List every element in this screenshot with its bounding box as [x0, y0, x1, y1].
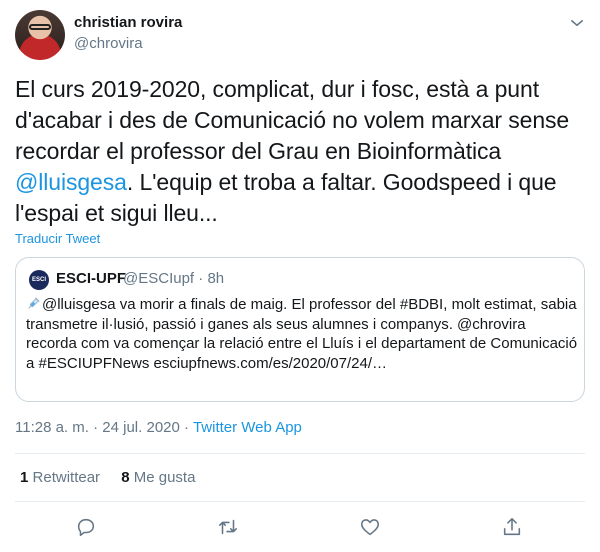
quoted-age: 8h: [207, 270, 225, 287]
syringe-icon: [28, 297, 40, 309]
divider: [15, 501, 585, 502]
likes-stat[interactable]: 8 Me gusta: [121, 469, 195, 486]
translate-tweet-link[interactable]: Traducir Tweet: [15, 231, 100, 246]
avatar[interactable]: [15, 10, 65, 60]
tweet-time[interactable]: 11:28 a. m.: [15, 419, 89, 436]
retweet-icon: [218, 519, 238, 535]
likes-count: 8: [121, 469, 130, 486]
divider: [15, 453, 585, 454]
reply-icon: [77, 518, 95, 537]
more-options-button[interactable]: [568, 14, 586, 32]
mention-link[interactable]: @lluisgesa: [15, 169, 127, 195]
tweet-text: El curs 2019-2020, complicat, dur i fosc…: [15, 74, 590, 229]
quoted-author-handle: @ESCIupf: [123, 270, 195, 287]
meta-separator: ·: [93, 419, 99, 436]
quoted-tweet[interactable]: ESCI ESCI-UPF @ESCIupf · 8h @lluisgesa v…: [15, 257, 585, 402]
retweet-button[interactable]: [217, 516, 241, 540]
retweets-label: Retwittear: [32, 469, 101, 486]
tweet-source-link[interactable]: Twitter Web App: [193, 419, 302, 436]
retweets-stat[interactable]: 1 Retwittear: [20, 469, 100, 486]
meta-separator: ·: [184, 419, 190, 436]
tweet-timestamp: 11:28 a. m. · 24 jul. 2020 · Twitter Web…: [15, 419, 302, 436]
share-button[interactable]: [501, 516, 525, 540]
likes-label: Me gusta: [133, 469, 196, 486]
share-icon: [503, 517, 521, 536]
avatar-glasses: [29, 24, 51, 30]
quoted-separator: ·: [198, 270, 204, 287]
quoted-body-text: @lluisgesa va morir a finals de maig. El…: [26, 296, 578, 372]
retweets-count: 1: [20, 469, 29, 486]
quoted-meta: @ESCIupf · 8h: [123, 270, 224, 287]
tweet-date[interactable]: 24 jul. 2020: [102, 419, 180, 436]
chevron-down-icon: [571, 20, 583, 26]
author-name[interactable]: christian rovira: [74, 14, 182, 31]
tweet-text-before: El curs 2019-2020, complicat, dur i fosc…: [15, 76, 570, 164]
author-handle[interactable]: @chrovira: [74, 35, 143, 52]
quoted-author-name: ESCI-UPF: [56, 270, 127, 287]
quoted-avatar: ESCI: [29, 270, 49, 290]
tweet-stats: 1 Retwittear 8 Me gusta: [20, 469, 195, 486]
reply-button[interactable]: [75, 516, 99, 540]
like-button[interactable]: [359, 516, 383, 540]
tweet-detail: christian rovira @chrovira El curs 2019-…: [0, 0, 600, 552]
like-icon: [360, 519, 380, 536]
quoted-body: @lluisgesa va morir a finals de maig. El…: [26, 295, 578, 373]
